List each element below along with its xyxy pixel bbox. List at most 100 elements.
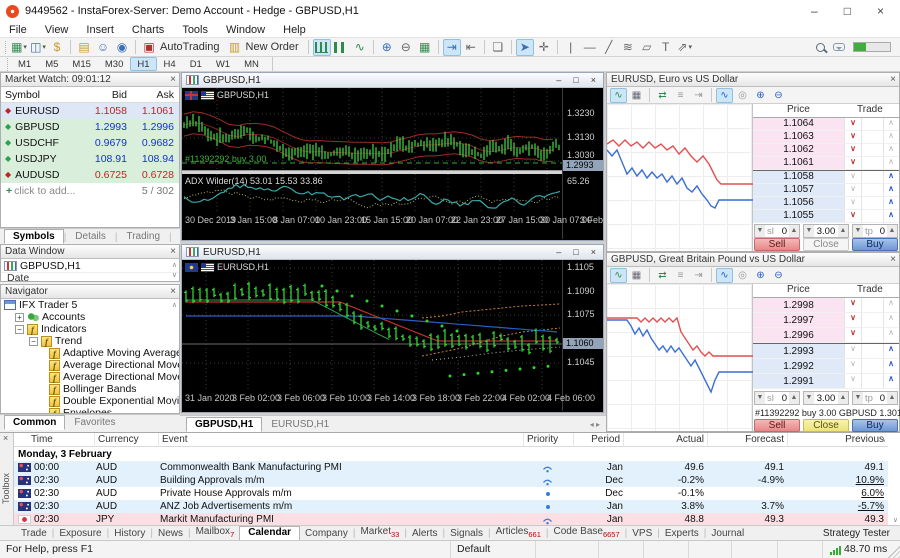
tab-exposure[interactable]: Exposure (54, 528, 106, 540)
timeframe-m1[interactable]: M1 (11, 57, 38, 71)
timeframe-h1[interactable]: H1 (130, 57, 156, 71)
close-icon[interactable]: × (170, 285, 176, 298)
tab-articles[interactable]: Articles661 (491, 526, 546, 540)
chart-canvas[interactable]: GBPUSD,H1 #11392292 buy 3.00 ADX Wilder(… (182, 88, 603, 239)
zoom-in-button[interactable]: ⊕ (752, 88, 769, 103)
tab-trading[interactable]: Trading (117, 229, 169, 244)
ask-row[interactable]: 1.1063∨∧ (753, 131, 899, 144)
chart-window-gbpusd[interactable]: GBPUSD,H1 – □ × GBPUSD,H1 #11392292 buy … (181, 72, 604, 241)
position-selector[interactable]: #11392292 buy 3.00 GBPUSD 1.3018 ∨ (753, 406, 899, 419)
menu-charts[interactable]: Charts (123, 24, 173, 36)
new-order-button[interactable]: New Order (245, 41, 304, 53)
close-button[interactable]: Close (803, 419, 849, 432)
bid-row[interactable]: 1.2993∨∧ (753, 344, 899, 359)
tree-node-root[interactable]: IFX Trader 5 ∧ (1, 299, 179, 311)
calendar-row[interactable]: 00:00 AUD Commonwealth Bank Manufacturin… (14, 461, 888, 474)
price-chart[interactable] (182, 260, 562, 390)
toolbar-grip[interactable] (7, 58, 9, 71)
stop-loss-stepper[interactable]: ▼ sl0 ▲ (754, 391, 800, 405)
minimize-button[interactable]: – (811, 4, 818, 18)
close-button[interactable]: × (877, 4, 884, 18)
tree-node-indicators[interactable]: − f Indicators (1, 323, 179, 335)
autotrading-icon[interactable]: ▣ (140, 39, 158, 56)
new-chart-button[interactable]: ▦▾ (10, 39, 28, 56)
buy-button[interactable]: Buy (852, 419, 898, 432)
decrement-icon[interactable]: ▼ (853, 225, 863, 237)
window-close-icon[interactable]: × (591, 247, 596, 257)
table-row[interactable]: ◆AUDUSD 0.6725 0.6728 (1, 167, 179, 183)
strategy-tester-tab[interactable]: Strategy Tester (823, 528, 900, 540)
decrement-icon[interactable]: ▼ (804, 225, 814, 237)
buy-button[interactable]: Buy (852, 238, 898, 251)
timeframe-m5[interactable]: M5 (38, 57, 65, 71)
new-order-icon[interactable]: ▥ (226, 39, 244, 56)
decrement-icon[interactable]: ▼ (804, 392, 814, 404)
scroll-up-icon[interactable]: ∧ (172, 301, 177, 309)
chart-tab-eurusd[interactable]: EURUSD,H1 (262, 417, 338, 432)
data-window-button[interactable]: ☺ (94, 39, 112, 56)
depth-grid-button[interactable]: ▦ (628, 268, 645, 283)
ask-row[interactable]: 1.1064∨∧ (753, 118, 899, 131)
chart-shift-button[interactable]: ⇤ (462, 39, 480, 56)
bid-row[interactable]: 1.1056∨∧ (753, 197, 899, 210)
increment-icon[interactable]: ▲ (838, 392, 848, 404)
sell-button[interactable]: Sell (754, 419, 800, 432)
bid-row[interactable]: 1.1057∨∧ (753, 184, 899, 197)
ask-row[interactable]: 1.2997∨∧ (753, 313, 899, 328)
tab-common[interactable]: Common (4, 415, 65, 430)
time-axis[interactable]: 31 Jan 2020 3 Feb 02:00 3 Feb 06:00 3 Fe… (182, 393, 603, 405)
decrement-icon[interactable]: ▼ (853, 392, 863, 404)
zoom-out-button[interactable]: ⊖ (770, 88, 787, 103)
zoom-out-button[interactable]: ⊖ (397, 39, 415, 56)
show-volume-button[interactable]: ◎ (734, 268, 751, 283)
table-row[interactable]: ◆GBPUSD 1.2993 1.2996 (1, 119, 179, 135)
tick-chart-button[interactable]: ∿ (610, 88, 627, 103)
close-icon[interactable]: × (170, 245, 176, 258)
increment-icon[interactable]: ▲ (789, 225, 799, 237)
window-restore-icon[interactable]: □ (573, 75, 578, 85)
signals-button[interactable]: ◉ (113, 39, 131, 56)
scroll-up-icon[interactable]: ∧ (172, 261, 177, 269)
trendline-tool[interactable]: ╱ (600, 39, 618, 56)
volume-stepper[interactable]: ▼ 3.00 ▲ (803, 391, 849, 405)
refresh-button[interactable]: ⇄ (654, 88, 671, 103)
decrement-icon[interactable]: ▼ (755, 225, 765, 237)
bid-row[interactable]: 1.2992∨∧ (753, 359, 899, 374)
tree-item-indicator[interactable]: f Average Directional Movement (1, 371, 179, 383)
crosshair-tool-button[interactable]: ✛ (535, 39, 553, 56)
fibonacci-tool[interactable]: ≋ (619, 39, 637, 56)
refresh-button[interactable]: ⇄ (654, 268, 671, 283)
profiles-button[interactable]: ◫▾ (29, 39, 47, 56)
scroll-down-icon[interactable]: ∨ (893, 516, 898, 524)
tab-journal[interactable]: Journal (706, 528, 749, 540)
chart-window-eurusd[interactable]: EURUSD,H1 – □ × EURUSD,H1 1.1105 1.1090 … (181, 244, 604, 413)
table-row[interactable]: ◆USDCHF 0.9679 0.9682 (1, 135, 179, 151)
timeframe-h4[interactable]: H4 (157, 57, 183, 71)
toolbar-grip[interactable] (5, 41, 7, 54)
ask-row[interactable]: 1.2998∨∧ (753, 298, 899, 313)
column-symbol[interactable]: Symbol (1, 89, 79, 101)
calendar-row[interactable]: 02:30 AUD ANZ Job Advertisements m/m Jan… (14, 500, 888, 513)
tab-trade[interactable]: Trade (16, 528, 52, 540)
resize-grip[interactable] (888, 546, 900, 558)
one-click-trading-button[interactable]: ∿ (716, 88, 733, 103)
tab-experts[interactable]: Experts (660, 528, 704, 540)
menu-file[interactable]: File (0, 24, 36, 36)
text-tool[interactable]: T (657, 39, 675, 56)
ask-row[interactable]: 1.1061∨∧ (753, 157, 899, 170)
tick-chart[interactable] (607, 104, 753, 251)
tree-item-indicator[interactable]: f Average Directional Movement (1, 359, 179, 371)
close-icon[interactable]: × (890, 73, 896, 86)
timeframe-mn[interactable]: MN (237, 57, 266, 71)
horizontal-line-tool[interactable]: — (581, 39, 599, 56)
menu-insert[interactable]: Insert (77, 24, 123, 36)
bid-row[interactable]: 1.1055∨∧ (753, 210, 899, 223)
column-ask[interactable]: Ask (131, 89, 179, 101)
collapse-icon[interactable]: − (29, 337, 38, 346)
data-window-symbol-row[interactable]: GBPUSD,H1 ∧ (1, 259, 179, 272)
chart-canvas[interactable]: EURUSD,H1 1.1105 1.1090 1.1075 1.1060 1.… (182, 260, 603, 411)
tab-calendar[interactable]: Calendar (239, 526, 300, 540)
scroll-up-icon[interactable]: ∧ (881, 436, 886, 444)
table-row[interactable]: ◆EURUSD 1.1058 1.1061 (1, 103, 179, 119)
show-volume-button[interactable]: ◎ (734, 88, 751, 103)
